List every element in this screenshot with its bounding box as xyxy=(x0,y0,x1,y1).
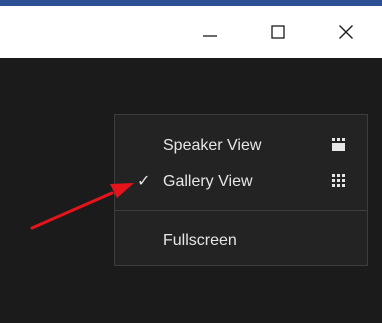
gallery-view-icon xyxy=(332,174,345,187)
check-icon: ✓ xyxy=(137,173,151,190)
title-bar xyxy=(0,6,382,58)
close-icon xyxy=(339,25,353,39)
maximize-icon xyxy=(271,25,285,39)
menu-item-fullscreen[interactable]: Fullscreen xyxy=(115,223,367,259)
menu-item-label: Speaker View xyxy=(163,137,262,154)
maximize-button[interactable] xyxy=(252,6,304,58)
view-options-menu: Speaker View ✓ Gallery View Fullscreen xyxy=(114,114,368,266)
menu-item-gallery-view[interactable]: ✓ Gallery View xyxy=(115,164,367,200)
menu-item-label: Fullscreen xyxy=(163,232,237,249)
minimize-button[interactable] xyxy=(184,6,236,58)
menu-item-label: Gallery View xyxy=(163,173,253,190)
minimize-icon xyxy=(203,35,217,37)
menu-item-speaker-view[interactable]: Speaker View xyxy=(115,128,367,164)
speaker-view-icon xyxy=(332,138,345,151)
close-button[interactable] xyxy=(320,6,372,58)
menu-divider xyxy=(115,210,367,211)
